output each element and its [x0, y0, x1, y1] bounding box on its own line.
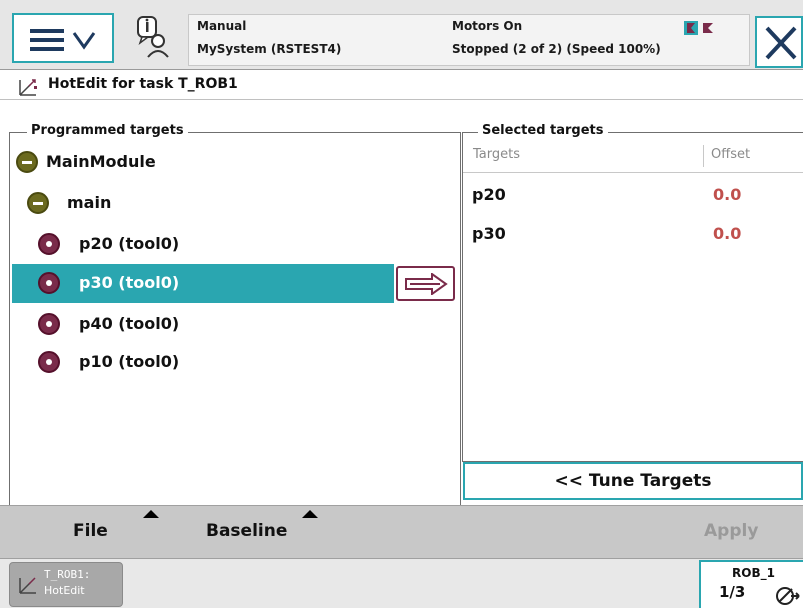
baseline-menu-button[interactable]: Baseline [185, 506, 335, 558]
apply-label: Apply [704, 521, 759, 541]
system-name: MySystem (RSTEST4) [197, 42, 342, 56]
operating-mode: Manual [197, 19, 247, 33]
target-label: p10 (tool0) [79, 352, 180, 371]
target-label: p30 (tool0) [79, 273, 180, 292]
coordinate-system-icon [776, 587, 800, 605]
file-label: File [73, 521, 108, 541]
target-icon [38, 313, 60, 335]
selected-row[interactable]: p20 0.0 [463, 180, 803, 210]
collapse-icon[interactable] [27, 192, 49, 214]
column-divider [703, 145, 704, 167]
selected-row[interactable]: p30 0.0 [463, 219, 803, 249]
collapse-icon[interactable] [16, 151, 38, 173]
selected-table-header: Targets Offset [463, 141, 803, 173]
selected-target-offset: 0.0 [713, 185, 742, 204]
target-icon [38, 272, 60, 294]
selected-target-name: p30 [472, 224, 506, 243]
quickset-robot-button[interactable]: ROB_1 1/3 [699, 560, 803, 608]
increment-fraction: 1/3 [719, 583, 746, 601]
hamburger-menu-icon [30, 29, 96, 51]
apply-button[interactable]: Apply [680, 506, 790, 558]
close-button[interactable] [755, 16, 803, 68]
tree-item-target-selected[interactable]: p30 (tool0) [12, 264, 394, 303]
hotedit-icon [19, 577, 36, 594]
target-icon [38, 351, 60, 373]
routine-label: main [67, 193, 112, 212]
robot-status-icon [684, 21, 713, 35]
tree-item-target[interactable]: p40 (tool0) [12, 306, 394, 342]
target-label: p20 (tool0) [79, 234, 180, 253]
task-button-line1: T_ROB1: [44, 568, 91, 581]
selected-targets-legend: Selected targets [478, 123, 608, 138]
task-button-line2: HotEdit [44, 584, 85, 597]
target-label: p40 (tool0) [79, 314, 180, 333]
menu-up-arrow-icon [302, 510, 318, 518]
arrow-right-icon [405, 273, 448, 295]
main-menu-button[interactable] [12, 13, 114, 63]
close-icon [765, 26, 797, 60]
column-header-offset: Offset [711, 147, 751, 162]
selected-target-offset: 0.0 [713, 224, 742, 243]
tune-targets-label: << Tune Targets [554, 471, 712, 491]
tune-targets-button[interactable]: << Tune Targets [463, 462, 803, 500]
tree-node-module[interactable]: MainModule [14, 147, 434, 177]
event-log-button[interactable] [128, 13, 186, 63]
module-label: MainModule [46, 152, 156, 171]
hotedit-icon [19, 79, 37, 96]
task-button-hotedit[interactable]: T_ROB1: HotEdit [9, 562, 123, 607]
program-state: Stopped (2 of 2) (Speed 100%) [452, 42, 661, 56]
file-menu-button[interactable]: File [22, 506, 172, 558]
robot-name: ROB_1 [732, 566, 775, 580]
programmed-targets-legend: Programmed targets [27, 123, 188, 138]
tree-item-target[interactable]: p20 (tool0) [12, 226, 394, 262]
motors-state: Motors On [452, 19, 523, 33]
selected-target-name: p20 [472, 185, 506, 204]
page-title: HotEdit for task T_ROB1 [48, 76, 238, 92]
add-to-selected-button[interactable] [396, 266, 455, 301]
menu-up-arrow-icon [143, 510, 159, 518]
target-icon [38, 233, 60, 255]
event-info-icon [137, 16, 169, 58]
tree-item-target[interactable]: p10 (tool0) [12, 344, 394, 380]
baseline-label: Baseline [206, 521, 288, 541]
tree-node-routine[interactable]: main [25, 189, 425, 219]
column-header-targets: Targets [473, 147, 520, 162]
